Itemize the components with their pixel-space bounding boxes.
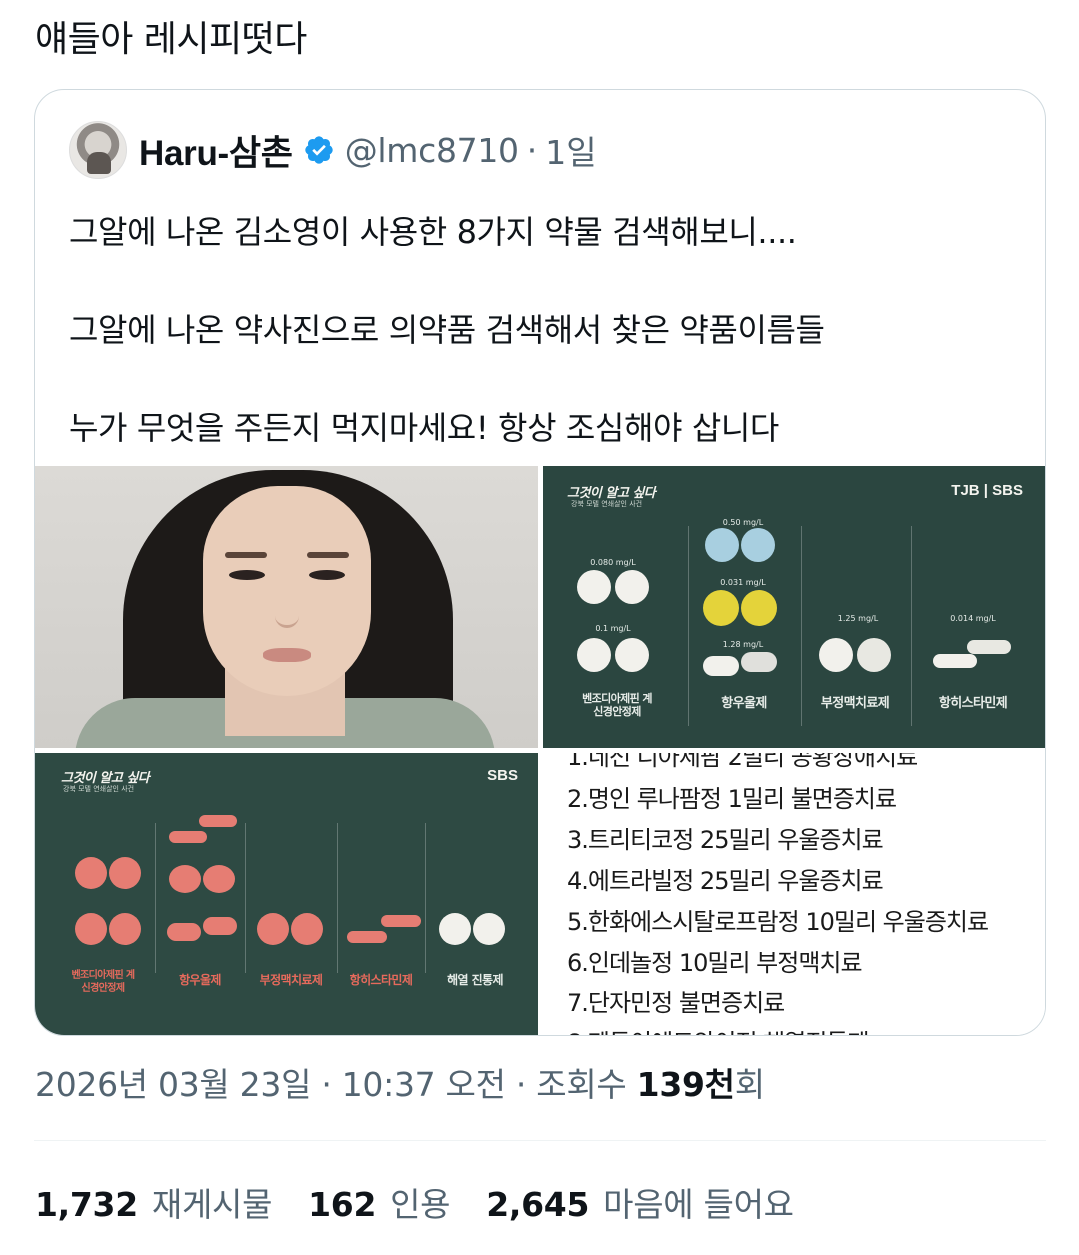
dose-label: 0.014 mg/L: [950, 614, 996, 623]
pill: [819, 638, 853, 672]
pill: [257, 913, 289, 945]
pill: [75, 913, 107, 945]
pill: [109, 913, 141, 945]
verified-badge-icon: [305, 136, 333, 164]
views-label: 조회수: [536, 1065, 627, 1104]
pill: [741, 590, 777, 626]
views-suffix: 회: [734, 1065, 765, 1104]
quoted-paragraph: 그알에 나온 김소영이 사용한 8가지 약물 검색해보니....: [69, 213, 797, 251]
media-grid: 그것이 알고 싶다 강북 모텔 연쇄살인 사건 TJB | SBS 0.080 …: [35, 466, 1045, 1035]
post-text: 얘들아 레시피떳다: [35, 19, 307, 60]
caplet: [347, 931, 387, 943]
pill: [857, 638, 891, 672]
separator-dot: ·: [321, 1065, 332, 1104]
caplet: [703, 656, 739, 676]
post-metadata: 2026년 03월 23일 · 10:37 오전 · 조회수 139천회: [35, 1058, 765, 1106]
drug-list-item: 8.펜돌이에드와이정 해열진통제: [567, 1023, 870, 1035]
pill: [703, 590, 739, 626]
quoted-paragraph: 그알에 나온 약사진으로 의약품 검색해서 찾은 약품이름들: [69, 311, 825, 349]
divider: [34, 1140, 1046, 1141]
pill: [473, 913, 505, 945]
caplet: [167, 923, 201, 941]
drug-list-item: 4.에트라빌정 25밀리 우울증치료: [567, 867, 884, 895]
likes-label[interactable]: 마음에 들어요: [603, 1178, 794, 1226]
post-date[interactable]: 2026년 03월 23일: [35, 1065, 311, 1104]
category-label: 항히스타민제: [938, 696, 1008, 711]
pill: [615, 638, 649, 672]
pill: [741, 528, 775, 562]
category-label: 항우울제: [179, 973, 221, 987]
avatar[interactable]: [69, 121, 127, 179]
quotes-count[interactable]: 162: [308, 1185, 376, 1224]
views-count[interactable]: 139천: [637, 1065, 735, 1104]
quoted-post-body: 그알에 나온 김소영이 사용한 8가지 약물 검색해보니.... 그알에 나온 …: [69, 208, 1029, 453]
drug-list-item: 6.인데놀정 10밀리 부정맥치료: [567, 949, 863, 977]
reposts-count[interactable]: 1,732: [35, 1185, 138, 1224]
category-label: 부정맥치료제: [259, 973, 323, 987]
engagement-stats: 1,732 재게시물 162 인용 2,645 마음에 들어요: [35, 1178, 830, 1226]
category-label: 해열 진통제: [447, 973, 503, 987]
quotes-label[interactable]: 인용: [390, 1178, 450, 1226]
pill: [439, 913, 471, 945]
reposts-label[interactable]: 재게시물: [152, 1178, 273, 1226]
caplet: [203, 917, 237, 935]
caplet: [741, 652, 777, 672]
quoted-paragraph: 누가 무엇을 주든지 먹지마세요! 항상 조심해야 삽니다: [69, 409, 779, 447]
pill: [203, 865, 235, 893]
category-label: 항히스타민제: [349, 973, 413, 987]
quoted-post-card[interactable]: Haru-삼촌 @lmc8710 · 1일 그알에 나온 김소영이 사용한 8가…: [34, 89, 1046, 1036]
pill: [705, 528, 739, 562]
pill: [577, 570, 611, 604]
post-age[interactable]: 1일: [545, 126, 596, 174]
dose-label: 1.28 mg/L: [722, 640, 764, 649]
dose-label: 1.25 mg/L: [837, 614, 879, 623]
author-handle[interactable]: @lmc8710: [345, 131, 519, 170]
category-label: 벤조디아제핀 계 신경안정제: [71, 970, 135, 994]
dose-label: 0.50 mg/L: [722, 518, 764, 527]
caplet: [381, 915, 421, 927]
drug-list-item: 2.명인 루나팜정 1밀리 불면증치료: [567, 785, 897, 813]
caplet: [169, 831, 207, 843]
drug-list-item: 3.트리티코정 25밀리 우울증치료: [567, 826, 884, 854]
dose-label: 0.080 mg/L: [590, 558, 636, 567]
quoted-post-header: Haru-삼촌 @lmc8710 · 1일: [69, 120, 597, 180]
post-time[interactable]: 10:37 오전: [342, 1065, 506, 1104]
separator-dot: ·: [515, 1065, 527, 1104]
pill: [75, 857, 107, 889]
pill: [291, 913, 323, 945]
caplet: [199, 815, 237, 827]
category-label: 항우울제: [721, 696, 767, 711]
drug-list-item: 7.단자민정 불면증치료: [567, 989, 785, 1017]
pill: [577, 638, 611, 672]
media-pills-board-1[interactable]: 그것이 알고 싶다 강북 모텔 연쇄살인 사건 TJB | SBS 0.080 …: [543, 466, 1045, 748]
pill: [615, 570, 649, 604]
separator-dot: ·: [526, 130, 538, 170]
category-label: 벤조디아제핀 계 신경안정제: [582, 692, 652, 718]
caplet: [967, 640, 1011, 654]
likes-count[interactable]: 2,645: [486, 1185, 589, 1224]
pill: [109, 857, 141, 889]
media-pills-board-2[interactable]: 그것이 알고 싶다 강북 모텔 연쇄살인 사건 SBS 벤조디아제핀 계 신경안…: [35, 753, 538, 1035]
media-drug-list[interactable]: 1.네전 디아제팜 2밀리 공황장애치료 2.명인 루나팜정 1밀리 불면증치료…: [543, 753, 1045, 1035]
author-name[interactable]: Haru-삼촌: [139, 125, 293, 176]
dose-label: 0.031 mg/L: [720, 578, 766, 587]
drug-list-item: 5.한화에스시탈로프람정 10밀리 우울증치료: [567, 908, 989, 936]
drug-list-item: 1.네전 디아제팜 2밀리 공황장애치료: [567, 753, 918, 771]
media-photo-portrait[interactable]: [35, 466, 538, 748]
dose-label: 0.1 mg/L: [595, 624, 631, 633]
broadcaster-logo: SBS: [487, 767, 518, 784]
caplet: [933, 654, 977, 668]
board-subtitle: 강북 모텔 연쇄살인 사건: [571, 500, 643, 508]
board-subtitle: 강북 모텔 연쇄살인 사건: [63, 785, 135, 793]
category-label: 부정맥치료제: [820, 696, 890, 711]
broadcaster-logo: TJB | SBS: [951, 482, 1023, 499]
pill: [169, 865, 201, 893]
